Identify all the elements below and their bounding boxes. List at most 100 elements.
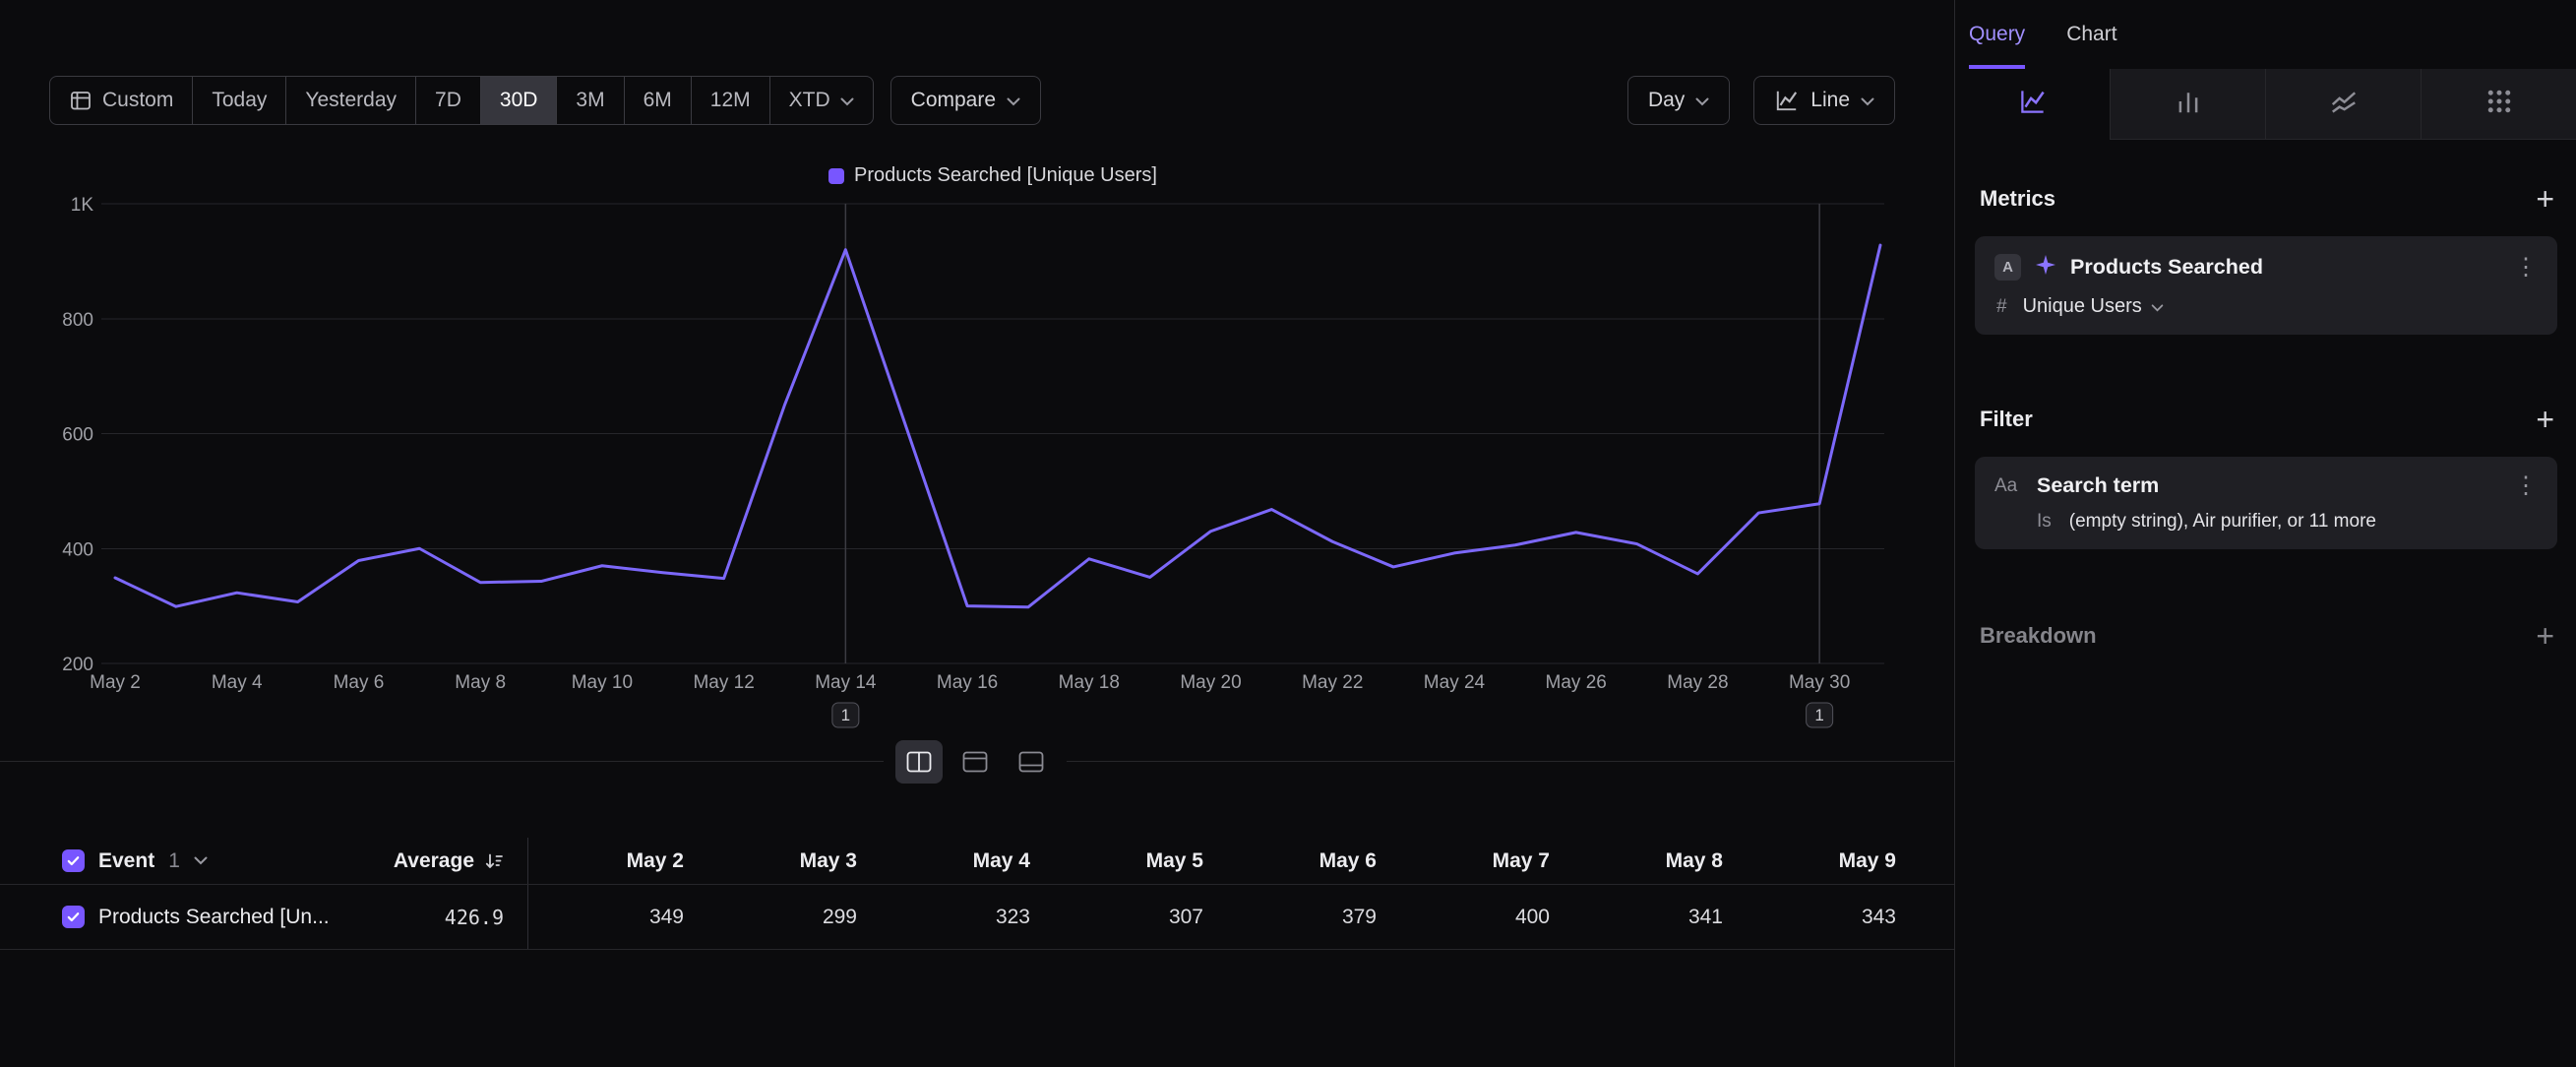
metrics-section-header: Metrics + [1980, 183, 2554, 215]
chart-type-tab-grid[interactable] [2421, 69, 2576, 140]
main-panel: Custom Today Yesterday 7D 30D 3M 6M 12M … [0, 0, 1954, 1067]
select-all-checkbox[interactable] [62, 849, 85, 872]
row-value: 379 [1221, 885, 1394, 949]
chevron-down-icon [1007, 89, 1020, 112]
granularity-label: Day [1648, 89, 1685, 112]
chevron-down-icon[interactable] [194, 852, 208, 870]
svg-text:1: 1 [841, 706, 850, 724]
line-chart-icon [2018, 87, 2048, 121]
range-30d[interactable]: 30D [481, 77, 558, 124]
range-6m[interactable]: 6M [625, 77, 692, 124]
range-label: Custom [102, 89, 173, 112]
row-checkbox[interactable] [62, 906, 85, 928]
property-type-badge: Aa [1994, 475, 2024, 497]
line-chart[interactable]: 2004006008001K11May 2May 4May 6May 8May … [0, 148, 1954, 753]
svg-text:1: 1 [1814, 706, 1823, 724]
layout-table-only-button[interactable] [1008, 740, 1055, 784]
svg-text:600: 600 [62, 425, 93, 446]
svg-text:May 14: May 14 [815, 672, 877, 693]
range-3m[interactable]: 3M [557, 77, 624, 124]
row-value: 323 [875, 885, 1048, 949]
aggregation-label: Unique Users [2023, 295, 2142, 318]
average-column-header: Average [394, 849, 474, 873]
chart-type-button[interactable]: Line [1753, 76, 1895, 125]
svg-text:May 8: May 8 [455, 672, 506, 693]
granularity-button[interactable]: Day [1627, 76, 1730, 125]
range-12m[interactable]: 12M [692, 77, 770, 124]
row-value: 341 [1567, 885, 1741, 949]
svg-text:May 28: May 28 [1667, 672, 1728, 693]
filter-operator[interactable]: Is [2037, 511, 2052, 533]
range-yesterday[interactable]: Yesterday [286, 77, 416, 124]
date-range-segmented-control: Custom Today Yesterday 7D 30D 3M 6M 12M … [49, 76, 874, 125]
metric-letter-badge: A [1994, 254, 2021, 281]
svg-text:May 10: May 10 [572, 672, 633, 693]
range-custom[interactable]: Custom [50, 77, 193, 124]
aggregation-selector[interactable]: Unique Users [2023, 295, 2164, 318]
sparkle-icon [2034, 253, 2057, 282]
breakdown-section-header: Breakdown + [1980, 620, 2554, 652]
event-column-header: Event [98, 849, 154, 873]
compare-button[interactable]: Compare [890, 76, 1041, 125]
aggregation-symbol: # [1996, 296, 2007, 318]
tab-chart[interactable]: Chart [2066, 0, 2116, 69]
layout-toggle-group [884, 735, 1067, 788]
svg-text:May 2: May 2 [90, 672, 141, 693]
svg-text:May 4: May 4 [212, 672, 263, 693]
range-today[interactable]: Today [193, 77, 286, 124]
range-7d[interactable]: 7D [416, 77, 481, 124]
date-column-header: May 5 [1048, 838, 1221, 884]
filter-section-header: Filter + [1980, 404, 2554, 435]
chart-type-tab-stacked[interactable] [2265, 69, 2421, 140]
event-count: 1 [168, 849, 180, 873]
svg-text:May 18: May 18 [1059, 672, 1120, 693]
compare-label: Compare [911, 89, 996, 112]
layout-chart-only-button[interactable] [951, 740, 999, 784]
svg-text:1K: 1K [71, 195, 94, 216]
svg-text:800: 800 [62, 310, 93, 331]
row-value: 343 [1741, 885, 1914, 949]
toolbar: Custom Today Yesterday 7D 30D 3M 6M 12M … [49, 76, 1895, 125]
query-sidebar: Query Chart Metrics + A [1954, 0, 2576, 1067]
row-value: 299 [702, 885, 875, 949]
add-filter-button[interactable]: + [2536, 404, 2554, 435]
table-header-row: Event 1 Average May 2 May 3 May 4 May 5 … [0, 838, 1954, 885]
chevron-down-icon [1861, 89, 1874, 112]
calendar-icon [69, 89, 92, 112]
sort-icon[interactable] [484, 851, 504, 871]
chart-type-label: Line [1810, 89, 1850, 112]
chevron-down-icon [1695, 89, 1709, 112]
layout-split-button[interactable] [895, 740, 943, 784]
chart-type-tab-line[interactable] [1955, 69, 2110, 140]
sidebar-tabs: Query Chart [1955, 0, 2576, 69]
svg-text:May 26: May 26 [1546, 672, 1607, 693]
grid-chart-icon [2484, 87, 2514, 121]
chart-type-tabs [1955, 69, 2576, 140]
table-row[interactable]: Products Searched [Un... 426.9 349 299 3… [0, 885, 1954, 950]
svg-text:May 16: May 16 [937, 672, 998, 693]
svg-text:May 24: May 24 [1424, 672, 1486, 693]
line-chart-icon [1774, 88, 1800, 113]
add-metric-button[interactable]: + [2536, 183, 2554, 215]
metrics-heading: Metrics [1980, 186, 2055, 212]
metric-name: Products Searched [2070, 255, 2501, 280]
chevron-down-icon [2151, 295, 2164, 318]
row-average-value: 426.9 [445, 906, 504, 929]
filter-value[interactable]: (empty string), Air purifier, or 11 more [2069, 511, 2376, 533]
range-xtd[interactable]: XTD [770, 77, 873, 124]
bar-chart-icon [2174, 87, 2203, 121]
svg-text:May 30: May 30 [1789, 672, 1850, 693]
date-column-header: May 4 [875, 838, 1048, 884]
chart-type-tab-bar[interactable] [2110, 69, 2265, 140]
metric-card[interactable]: A Products Searched ⋮ # Unique Users [1975, 236, 2557, 335]
filter-card[interactable]: Aa Search term ⋮ Is (empty string), Air … [1975, 457, 2557, 549]
add-breakdown-button[interactable]: + [2536, 620, 2554, 652]
kebab-menu-icon[interactable]: ⋮ [2514, 474, 2538, 498]
svg-text:May 20: May 20 [1180, 672, 1241, 693]
date-column-header: May 2 [528, 838, 702, 884]
kebab-menu-icon[interactable]: ⋮ [2514, 256, 2538, 280]
date-column-header: May 7 [1394, 838, 1567, 884]
results-table: Event 1 Average May 2 May 3 May 4 May 5 … [0, 838, 1954, 950]
svg-text:May 12: May 12 [693, 672, 754, 693]
tab-query[interactable]: Query [1969, 0, 2025, 69]
